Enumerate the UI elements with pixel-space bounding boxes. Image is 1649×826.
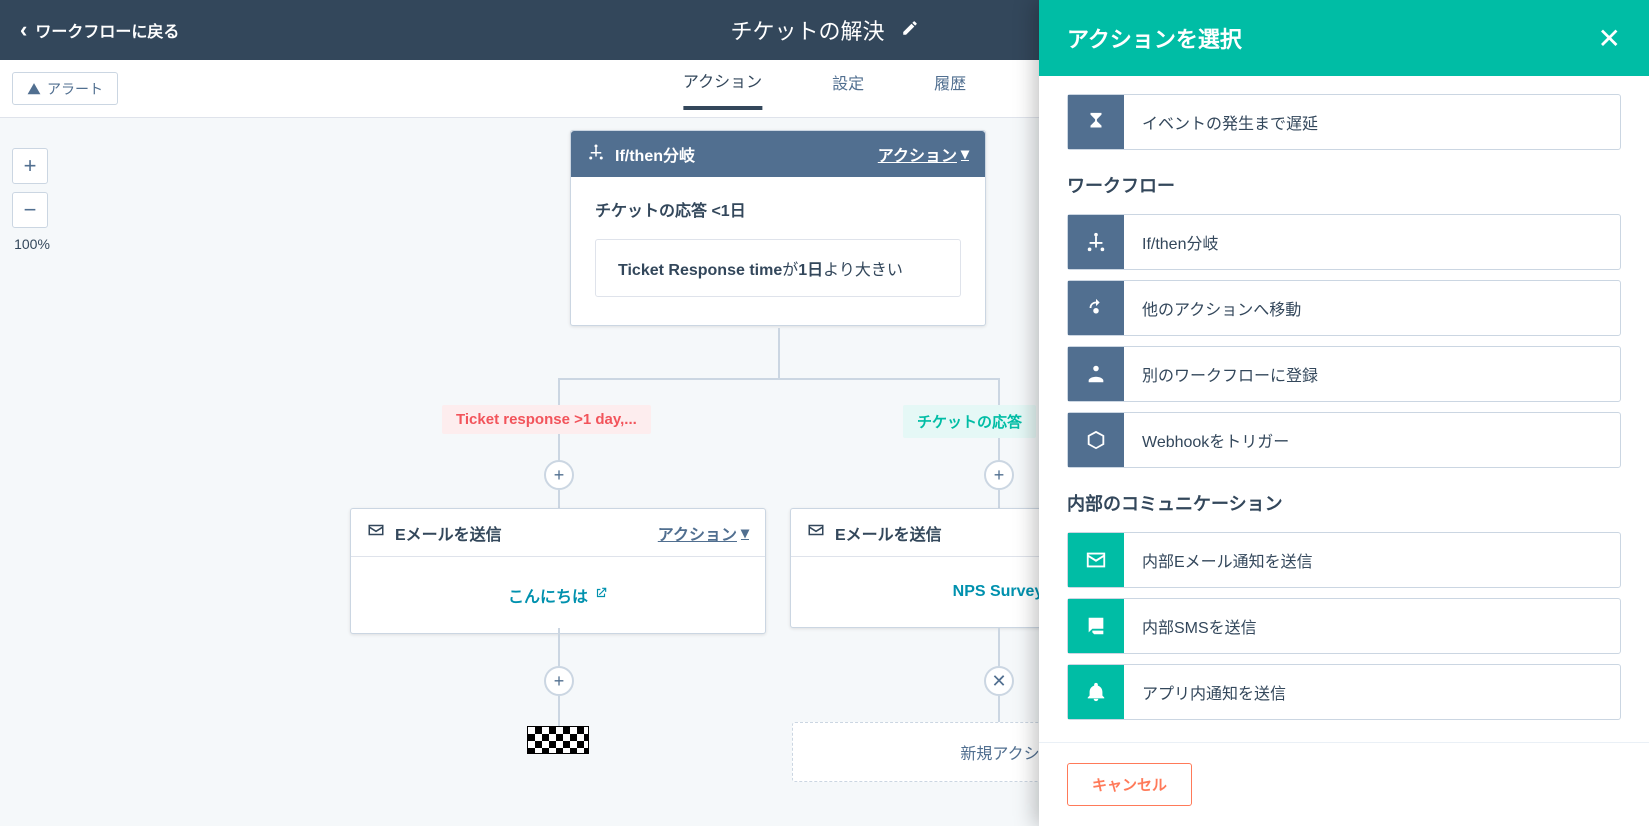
connector-line: [998, 628, 1000, 666]
tabs: アクション 設定 履歴: [683, 60, 966, 118]
alerts-button[interactable]: アラート: [12, 72, 118, 105]
person-arrow-icon: [1068, 281, 1124, 335]
option-label: イベントの発生まで遅延: [1124, 95, 1620, 149]
add-action-button[interactable]: +: [544, 666, 574, 696]
finish-marker: [527, 726, 589, 754]
ifthen-body: チケットの応答 <1日 Ticket Response timeが1日より大きい: [571, 177, 985, 325]
remove-action-button[interactable]: ✕: [984, 666, 1014, 696]
zoom-controls: + − 100%: [12, 148, 52, 252]
branch-icon: [1068, 215, 1124, 269]
ifthen-branch-label: チケットの応答 <1日: [595, 197, 961, 221]
ifthen-actions-dropdown[interactable]: アクション ▾: [878, 142, 969, 166]
option-label: Webhookをトリガー: [1124, 413, 1620, 467]
connector-line: [998, 490, 1000, 508]
action-picker-panel: アクションを選択 ✕ イベントの発生まで遅延 ワークフロー If/then分岐 …: [1039, 0, 1649, 826]
add-action-button-right[interactable]: +: [984, 460, 1014, 490]
tab-history[interactable]: 履歴: [934, 70, 966, 108]
chevron-down-icon: ▾: [741, 523, 749, 543]
option-inapp-notification[interactable]: アプリ内通知を送信: [1067, 664, 1621, 720]
option-label: 他のアクションへ移動: [1124, 281, 1620, 335]
cancel-button[interactable]: キャンセル: [1067, 763, 1192, 806]
add-action-button-left[interactable]: +: [544, 460, 574, 490]
connector-line: [998, 696, 1000, 722]
option-label: アプリ内通知を送信: [1124, 665, 1620, 719]
send-email-title: Eメールを送信: [395, 521, 658, 545]
connector-line: [778, 328, 780, 378]
option-delay-until-event[interactable]: イベントの発生まで遅延: [1067, 94, 1621, 150]
envelope-icon: [367, 523, 385, 542]
hourglass-icon: [1068, 95, 1124, 149]
option-label: 内部SMSを送信: [1124, 599, 1620, 653]
back-to-workflows-button[interactable]: ‹ ワークフローに戻る: [20, 17, 179, 43]
enroll-icon: [1068, 347, 1124, 401]
panel-title: アクションを選択: [1067, 22, 1242, 54]
option-go-to-action[interactable]: 他のアクションへ移動: [1067, 280, 1621, 336]
external-link-icon: [594, 586, 608, 605]
panel-header: アクションを選択 ✕: [1039, 0, 1649, 76]
page-title: チケットの解決: [730, 14, 884, 46]
send-email-node-left[interactable]: Eメールを送信 アクション ▾ こんにちは: [350, 508, 766, 634]
branch-label-yes[interactable]: チケットの応答: [903, 405, 1036, 438]
envelope-icon: [1068, 533, 1124, 587]
ifthen-node[interactable]: If/then分岐 アクション ▾ チケットの応答 <1日 Ticket Res…: [570, 130, 986, 326]
section-header-workflow: ワークフロー: [1067, 172, 1621, 198]
option-internal-email[interactable]: 内部Eメール通知を送信: [1067, 532, 1621, 588]
chevron-down-icon: ▾: [961, 144, 969, 164]
zoom-in-button[interactable]: +: [12, 148, 48, 184]
connector-line: [558, 378, 1000, 380]
connector-line: [558, 696, 560, 726]
option-enroll-workflow[interactable]: 別のワークフローに登録: [1067, 346, 1621, 402]
option-ifthen-branch[interactable]: If/then分岐: [1067, 214, 1621, 270]
connector-line: [558, 628, 560, 666]
email-template-link[interactable]: こんにちは: [508, 583, 608, 607]
zoom-percent: 100%: [12, 236, 52, 252]
panel-body[interactable]: イベントの発生まで遅延 ワークフロー If/then分岐 他のアクションへ移動 …: [1039, 76, 1649, 742]
chat-icon: [1068, 599, 1124, 653]
close-panel-button[interactable]: ✕: [1598, 22, 1621, 55]
section-header-communication: 内部のコミュニケーション: [1067, 490, 1621, 516]
ifthen-title: If/then分岐: [615, 142, 878, 166]
panel-footer: キャンセル: [1039, 742, 1649, 826]
option-label: 別のワークフローに登録: [1124, 347, 1620, 401]
ifthen-condition[interactable]: Ticket Response timeが1日より大きい: [595, 239, 961, 297]
alerts-label: アラート: [47, 79, 103, 99]
option-internal-sms[interactable]: 内部SMSを送信: [1067, 598, 1621, 654]
send-email-body: こんにちは: [351, 557, 765, 633]
bell-icon: [1068, 665, 1124, 719]
back-label: ワークフローに戻る: [35, 18, 179, 42]
envelope-icon: [807, 523, 825, 542]
chevron-left-icon: ‹: [20, 17, 27, 43]
send-email-actions-dropdown[interactable]: アクション ▾: [658, 521, 749, 545]
cube-icon: [1068, 413, 1124, 467]
ifthen-header: If/then分岐 アクション ▾: [571, 131, 985, 177]
page-title-group: チケットの解決: [730, 14, 918, 46]
zoom-out-button[interactable]: −: [12, 192, 48, 228]
option-trigger-webhook[interactable]: Webhookをトリガー: [1067, 412, 1621, 468]
option-label: If/then分岐: [1124, 215, 1620, 269]
email-template-link[interactable]: NPS Survey: [953, 583, 1044, 601]
option-label: 内部Eメール通知を送信: [1124, 533, 1620, 587]
send-email-header: Eメールを送信 アクション ▾: [351, 509, 765, 557]
tab-actions[interactable]: アクション: [683, 68, 762, 110]
tab-settings[interactable]: 設定: [832, 70, 864, 108]
edit-title-icon[interactable]: [901, 17, 919, 43]
branch-label-no[interactable]: Ticket response >1 day,...: [442, 405, 651, 434]
branch-icon: [587, 143, 605, 166]
connector-line: [558, 490, 560, 508]
